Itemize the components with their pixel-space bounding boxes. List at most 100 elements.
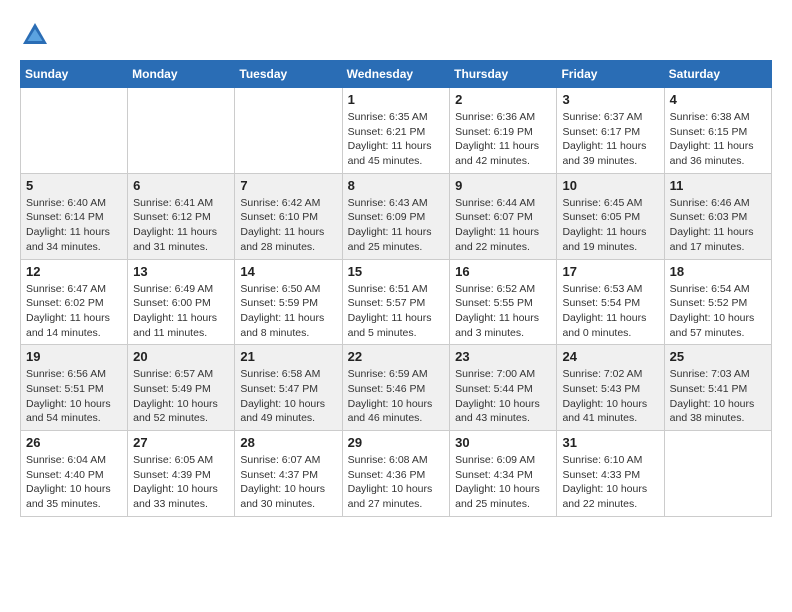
calendar-body: 1Sunrise: 6:35 AM Sunset: 6:21 PM Daylig… [21, 88, 772, 517]
calendar-cell: 28Sunrise: 6:07 AM Sunset: 4:37 PM Dayli… [235, 431, 342, 517]
day-number: 7 [240, 178, 336, 193]
calendar-cell: 5 Sunrise: 6:40 AM Sunset: 6:14 PM Daylig… [21, 173, 128, 259]
calendar-cell: 27 Sunrise: 6:05 AM Sunset: 4:39 PM Dayli… [128, 431, 235, 517]
calendar-cell: 4 Sunrise: 6:38 AM Sunset: 6:15 PM Daylig… [664, 88, 771, 174]
day-info: Sunrise: 6:09 AM Sunset: 4:34 PM Dayligh… [455, 453, 551, 512]
day-number: 12 [26, 264, 122, 279]
weekday-header-cell: Monday [128, 61, 235, 88]
calendar-cell: 17 Sunrise: 6:53 AM Sunset: 5:54 PM Dayli… [557, 259, 664, 345]
day-number: 18 [670, 264, 766, 279]
day-info: Sunrise: 6:52 AM Sunset: 5:55 PM Dayligh… [455, 282, 551, 341]
calendar-cell: 25Sunrise: 7:03 AM Sunset: 5:41 PM Dayli… [664, 345, 771, 431]
calendar-table: SundayMondayTuesdayWednesdayThursdayFrid… [20, 60, 772, 517]
calendar-cell: 20 Sunrise: 6:57 AM Sunset: 5:49 PM Dayli… [128, 345, 235, 431]
day-info: Sunrise: 6:35 AM Sunset: 6:21 PM Dayligh… [348, 110, 445, 169]
day-info: Sunrise: 6:08 AM Sunset: 4:36 PM Dayligh… [348, 453, 445, 512]
logo [20, 20, 54, 50]
day-number: 13 [133, 264, 229, 279]
day-number: 25 [670, 349, 766, 364]
day-info: Sunrise: 7:00 AM Sunset: 5:44 PM Dayligh… [455, 367, 551, 426]
day-number: 24 [562, 349, 658, 364]
weekday-header-cell: Sunday [21, 61, 128, 88]
day-number: 20 [133, 349, 229, 364]
day-info: Sunrise: 6:44 AM Sunset: 6:07 PM Dayligh… [455, 196, 551, 255]
calendar-cell [235, 88, 342, 174]
weekday-header-cell: Friday [557, 61, 664, 88]
logo-icon [20, 20, 50, 50]
day-number: 4 [670, 92, 766, 107]
day-number: 17 [562, 264, 658, 279]
calendar-cell: 21 Sunrise: 6:58 AM Sunset: 5:47 PM Dayli… [235, 345, 342, 431]
calendar-cell: 3 Sunrise: 6:37 AM Sunset: 6:17 PM Daylig… [557, 88, 664, 174]
day-number: 31 [562, 435, 658, 450]
day-number: 16 [455, 264, 551, 279]
day-info: Sunrise: 6:37 AM Sunset: 6:17 PM Dayligh… [562, 110, 658, 169]
day-info: Sunrise: 6:50 AM Sunset: 5:59 PM Dayligh… [240, 282, 336, 341]
calendar-week-row: 19 Sunrise: 6:56 AM Sunset: 5:51 PM Dayli… [21, 345, 772, 431]
calendar-cell: 9 Sunrise: 6:44 AM Sunset: 6:07 PM Daylig… [450, 173, 557, 259]
calendar-cell: 6Sunrise: 6:41 AM Sunset: 6:12 PM Daylig… [128, 173, 235, 259]
day-info: Sunrise: 6:51 AM Sunset: 5:57 PM Dayligh… [348, 282, 445, 341]
calendar-cell: 29 Sunrise: 6:08 AM Sunset: 4:36 PM Dayli… [342, 431, 450, 517]
day-number: 2 [455, 92, 551, 107]
calendar-week-row: 12 Sunrise: 6:47 AM Sunset: 6:02 PM Dayli… [21, 259, 772, 345]
calendar-cell: 11 Sunrise: 6:46 AM Sunset: 6:03 PM Dayli… [664, 173, 771, 259]
calendar-cell: 19 Sunrise: 6:56 AM Sunset: 5:51 PM Dayli… [21, 345, 128, 431]
calendar-week-row: 5 Sunrise: 6:40 AM Sunset: 6:14 PM Daylig… [21, 173, 772, 259]
calendar-week-row: 1Sunrise: 6:35 AM Sunset: 6:21 PM Daylig… [21, 88, 772, 174]
day-info: Sunrise: 6:57 AM Sunset: 5:49 PM Dayligh… [133, 367, 229, 426]
day-info: Sunrise: 6:10 AM Sunset: 4:33 PM Dayligh… [562, 453, 658, 512]
weekday-header-cell: Wednesday [342, 61, 450, 88]
calendar-week-row: 26 Sunrise: 6:04 AM Sunset: 4:40 PM Dayli… [21, 431, 772, 517]
day-number: 8 [348, 178, 445, 193]
day-number: 29 [348, 435, 445, 450]
day-info: Sunrise: 6:47 AM Sunset: 6:02 PM Dayligh… [26, 282, 122, 341]
calendar-cell: 16 Sunrise: 6:52 AM Sunset: 5:55 PM Dayli… [450, 259, 557, 345]
day-info: Sunrise: 6:07 AM Sunset: 4:37 PM Dayligh… [240, 453, 336, 512]
calendar-cell: 13 Sunrise: 6:49 AM Sunset: 6:00 PM Dayli… [128, 259, 235, 345]
calendar-cell: 15Sunrise: 6:51 AM Sunset: 5:57 PM Dayli… [342, 259, 450, 345]
day-info: Sunrise: 6:46 AM Sunset: 6:03 PM Dayligh… [670, 196, 766, 255]
calendar-cell: 8 Sunrise: 6:43 AM Sunset: 6:09 PM Daylig… [342, 173, 450, 259]
day-info: Sunrise: 6:58 AM Sunset: 5:47 PM Dayligh… [240, 367, 336, 426]
day-number: 27 [133, 435, 229, 450]
day-info: Sunrise: 7:02 AM Sunset: 5:43 PM Dayligh… [562, 367, 658, 426]
day-info: Sunrise: 6:43 AM Sunset: 6:09 PM Dayligh… [348, 196, 445, 255]
day-number: 5 [26, 178, 122, 193]
calendar-cell: 1Sunrise: 6:35 AM Sunset: 6:21 PM Daylig… [342, 88, 450, 174]
day-number: 19 [26, 349, 122, 364]
calendar-cell: 31 Sunrise: 6:10 AM Sunset: 4:33 PM Dayli… [557, 431, 664, 517]
weekday-header-cell: Thursday [450, 61, 557, 88]
day-number: 11 [670, 178, 766, 193]
calendar-cell: 7Sunrise: 6:42 AM Sunset: 6:10 PM Daylig… [235, 173, 342, 259]
day-number: 26 [26, 435, 122, 450]
calendar-cell: 23Sunrise: 7:00 AM Sunset: 5:44 PM Dayli… [450, 345, 557, 431]
calendar-cell: 26 Sunrise: 6:04 AM Sunset: 4:40 PM Dayli… [21, 431, 128, 517]
weekday-header-cell: Tuesday [235, 61, 342, 88]
day-number: 30 [455, 435, 551, 450]
day-number: 10 [562, 178, 658, 193]
calendar-cell: 14 Sunrise: 6:50 AM Sunset: 5:59 PM Dayli… [235, 259, 342, 345]
calendar-cell [128, 88, 235, 174]
day-info: Sunrise: 6:49 AM Sunset: 6:00 PM Dayligh… [133, 282, 229, 341]
day-info: Sunrise: 6:53 AM Sunset: 5:54 PM Dayligh… [562, 282, 658, 341]
day-info: Sunrise: 6:40 AM Sunset: 6:14 PM Dayligh… [26, 196, 122, 255]
calendar-cell [664, 431, 771, 517]
day-info: Sunrise: 6:41 AM Sunset: 6:12 PM Dayligh… [133, 196, 229, 255]
weekday-header-row: SundayMondayTuesdayWednesdayThursdayFrid… [21, 61, 772, 88]
day-info: Sunrise: 6:59 AM Sunset: 5:46 PM Dayligh… [348, 367, 445, 426]
calendar-cell [21, 88, 128, 174]
day-info: Sunrise: 6:05 AM Sunset: 4:39 PM Dayligh… [133, 453, 229, 512]
day-info: Sunrise: 6:04 AM Sunset: 4:40 PM Dayligh… [26, 453, 122, 512]
day-number: 21 [240, 349, 336, 364]
weekday-header-cell: Saturday [664, 61, 771, 88]
calendar-cell: 22 Sunrise: 6:59 AM Sunset: 5:46 PM Dayli… [342, 345, 450, 431]
day-info: Sunrise: 6:56 AM Sunset: 5:51 PM Dayligh… [26, 367, 122, 426]
day-number: 9 [455, 178, 551, 193]
day-number: 22 [348, 349, 445, 364]
calendar-cell: 2Sunrise: 6:36 AM Sunset: 6:19 PM Daylig… [450, 88, 557, 174]
day-info: Sunrise: 6:38 AM Sunset: 6:15 PM Dayligh… [670, 110, 766, 169]
day-number: 3 [562, 92, 658, 107]
calendar-cell: 12 Sunrise: 6:47 AM Sunset: 6:02 PM Dayli… [21, 259, 128, 345]
day-number: 14 [240, 264, 336, 279]
